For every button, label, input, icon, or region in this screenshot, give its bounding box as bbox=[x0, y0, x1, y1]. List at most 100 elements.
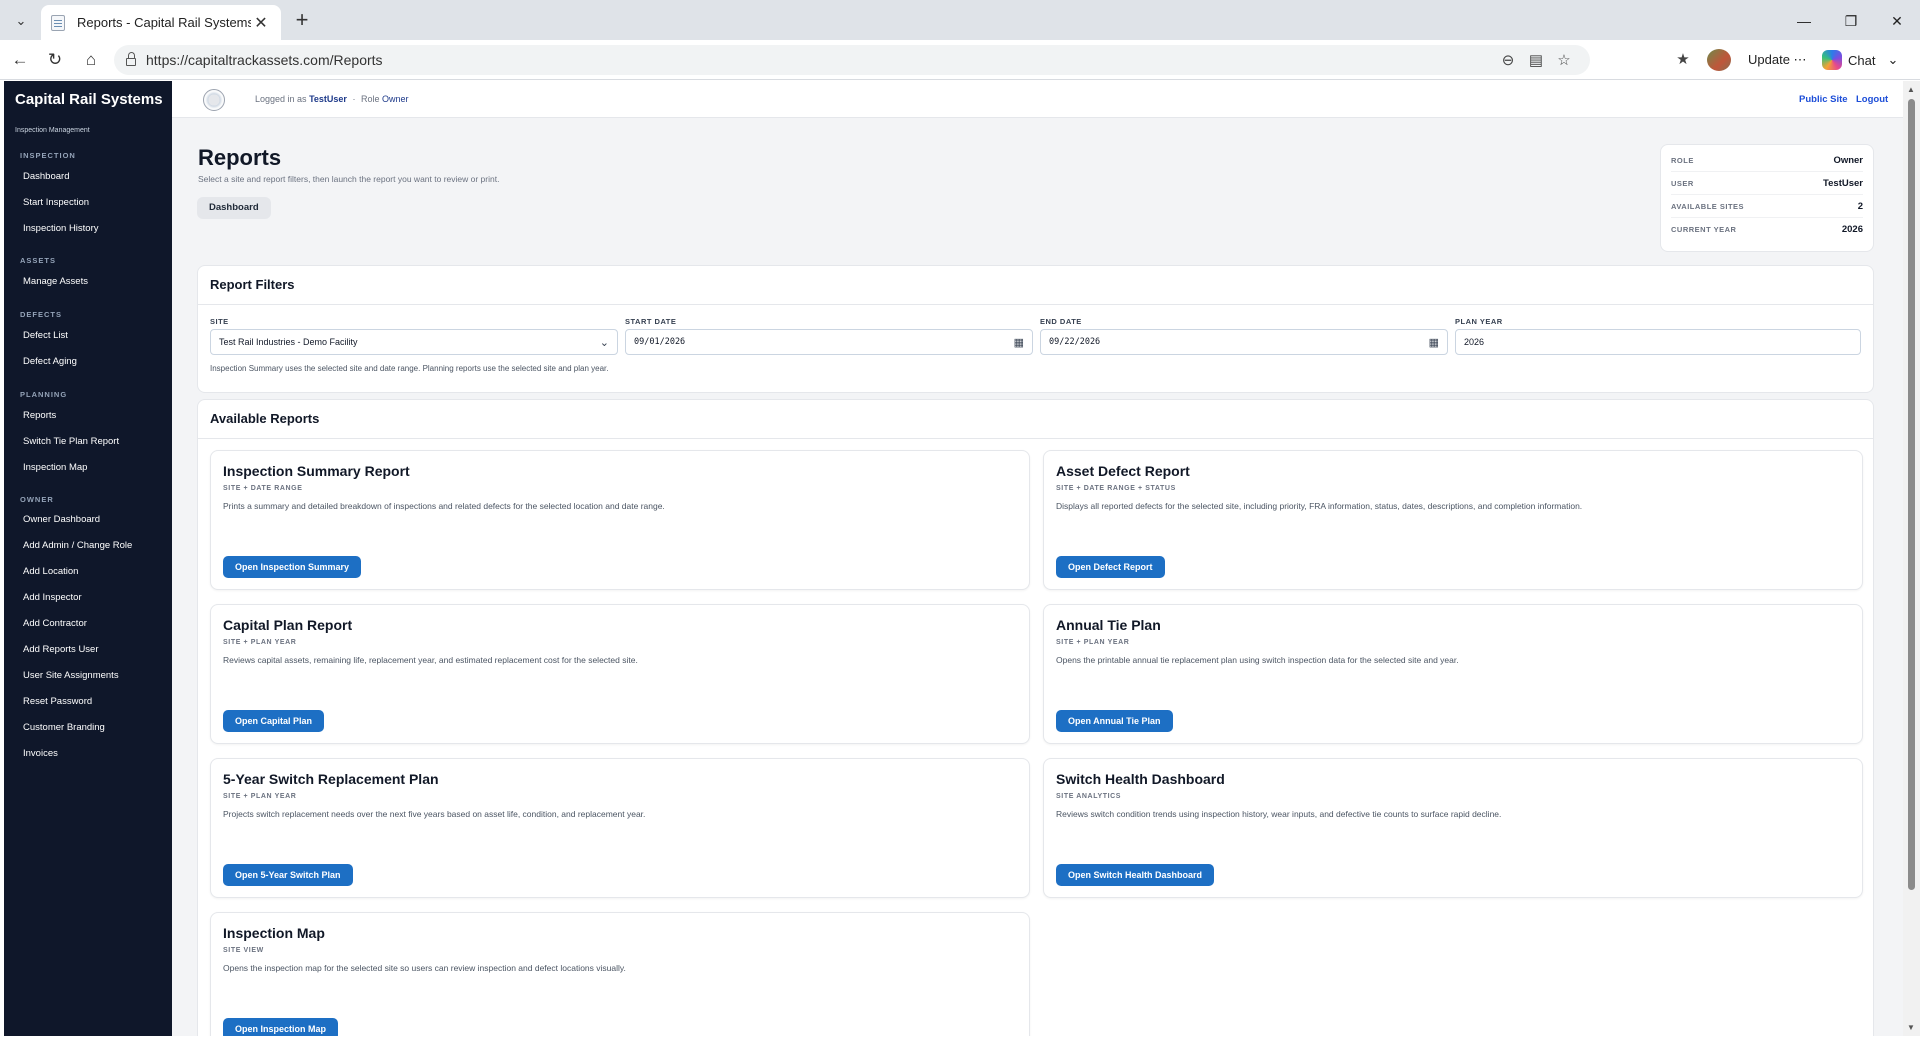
address-bar[interactable]: https://capitaltrackassets.com/Reports ⊖… bbox=[114, 45, 1590, 75]
home-icon[interactable]: ⌂ bbox=[78, 47, 104, 73]
plan-year-label: PLAN YEAR bbox=[1455, 317, 1503, 326]
tab-list-chevron-icon[interactable]: ⌄ bbox=[8, 8, 34, 34]
start-date-input[interactable]: 09/01/2026 ▦ bbox=[625, 329, 1033, 355]
sidebar-item-invoices[interactable]: Invoices bbox=[23, 748, 58, 759]
role-value: Owner bbox=[381, 94, 409, 104]
report-title: Switch Health Dashboard bbox=[1056, 771, 1225, 787]
report-card-capital-plan: Capital Plan Report SITE + PLAN YEAR Rev… bbox=[210, 604, 1030, 744]
update-button[interactable]: Update ⋯ bbox=[1740, 48, 1815, 72]
reader-view-icon[interactable]: ▤ bbox=[1522, 51, 1550, 69]
url-text[interactable]: https://capitaltrackassets.com/Reports bbox=[146, 52, 1494, 68]
report-description: Displays all reported defects for the se… bbox=[1056, 501, 1583, 511]
sidebar-item-reports[interactable]: Reports bbox=[23, 410, 56, 421]
calendar-icon[interactable]: ▦ bbox=[1014, 336, 1024, 349]
logout-link[interactable]: Logout bbox=[1856, 94, 1888, 105]
update-label: Update bbox=[1748, 52, 1790, 67]
sidebar-item-add-admin[interactable]: Add Admin / Change Role bbox=[23, 540, 132, 551]
report-description: Reviews switch condition trends using in… bbox=[1056, 809, 1502, 819]
scroll-up-arrow-icon[interactable]: ▲ bbox=[1907, 85, 1915, 94]
report-title: Asset Defect Report bbox=[1056, 463, 1190, 479]
public-site-link[interactable]: Public Site bbox=[1799, 94, 1848, 105]
info-row-user: USER TestUser bbox=[1671, 172, 1863, 195]
site-label: SITE bbox=[210, 317, 229, 326]
chevron-down-icon[interactable]: ⌄ bbox=[1887, 52, 1898, 68]
report-tag: SITE VIEW bbox=[223, 947, 264, 954]
report-filters-panel: Report Filters SITE Test Rail Industries… bbox=[197, 265, 1874, 393]
more-dots-icon[interactable]: ⋯ bbox=[1794, 52, 1807, 67]
window-close-icon[interactable]: ✕ bbox=[1877, 8, 1917, 34]
open-defect-report-button[interactable]: Open Defect Report bbox=[1056, 556, 1165, 578]
report-tag: SITE + PLAN YEAR bbox=[223, 639, 297, 646]
info-value: TestUser bbox=[1823, 177, 1863, 189]
sidebar: Capital Rail Systems Inspection Manageme… bbox=[4, 81, 172, 1036]
report-filters-title: Report Filters bbox=[198, 266, 1873, 305]
tab-close-icon[interactable]: ✕ bbox=[251, 13, 271, 33]
site-info-lock-icon[interactable] bbox=[126, 52, 136, 66]
sidebar-item-dashboard[interactable]: Dashboard bbox=[23, 171, 69, 182]
sidebar-item-defect-list[interactable]: Defect List bbox=[23, 330, 68, 341]
copilot-chat-button[interactable]: Chat ⌄ bbox=[1822, 47, 1898, 73]
sidebar-item-defect-aging[interactable]: Defect Aging bbox=[23, 356, 77, 367]
filter-note: Inspection Summary uses the selected sit… bbox=[210, 364, 609, 373]
report-card-5-year-switch-plan: 5-Year Switch Replacement Plan SITE + PL… bbox=[210, 758, 1030, 898]
report-title: Inspection Map bbox=[223, 925, 325, 941]
report-card-switch-health-dashboard: Switch Health Dashboard SITE ANALYTICS R… bbox=[1043, 758, 1863, 898]
favorite-star-icon[interactable]: ☆ bbox=[1550, 51, 1578, 69]
end-date-input[interactable]: 09/22/2026 ▦ bbox=[1040, 329, 1448, 355]
sidebar-item-manage-assets[interactable]: Manage Assets bbox=[23, 276, 88, 287]
report-tag: SITE + PLAN YEAR bbox=[223, 793, 297, 800]
open-capital-plan-button[interactable]: Open Capital Plan bbox=[223, 710, 325, 732]
main-content: Logged in as TestUser · Role Owner Publi… bbox=[172, 81, 1903, 1036]
minimize-icon[interactable]: — bbox=[1784, 8, 1824, 34]
sidebar-item-switch-tie-plan-report[interactable]: Switch Tie Plan Report bbox=[23, 436, 119, 447]
company-logo-icon bbox=[203, 89, 225, 111]
nav-section-inspection: INSPECTION bbox=[20, 151, 76, 160]
sidebar-item-add-contractor[interactable]: Add Contractor bbox=[23, 618, 87, 629]
plan-year-input[interactable]: 2026 bbox=[1455, 329, 1861, 355]
new-tab-plus-icon[interactable]: + bbox=[289, 8, 315, 34]
page-title: Reports bbox=[198, 145, 282, 170]
calendar-icon[interactable]: ▦ bbox=[1429, 336, 1439, 349]
report-title: 5-Year Switch Replacement Plan bbox=[223, 771, 439, 787]
site-select[interactable]: Test Rail Industries - Demo Facility ⌄ bbox=[210, 329, 618, 355]
nav-section-planning: PLANNING bbox=[20, 390, 68, 399]
scrollbar-thumb[interactable] bbox=[1908, 99, 1915, 890]
sidebar-item-add-reports-user[interactable]: Add Reports User bbox=[23, 644, 99, 655]
nav-section-owner: OWNER bbox=[20, 495, 54, 504]
sidebar-item-customer-branding[interactable]: Customer Branding bbox=[23, 722, 105, 733]
open-inspection-map-button[interactable]: Open Inspection Map bbox=[223, 1018, 339, 1036]
sidebar-item-add-location[interactable]: Add Location bbox=[23, 566, 78, 577]
profile-avatar[interactable] bbox=[1707, 49, 1731, 71]
open-annual-tie-plan-button[interactable]: Open Annual Tie Plan bbox=[1056, 710, 1173, 732]
sidebar-item-inspection-history[interactable]: Inspection History bbox=[23, 223, 99, 234]
info-label: CURRENT YEAR bbox=[1671, 225, 1737, 234]
info-row-current-year: CURRENT YEAR 2026 bbox=[1671, 218, 1863, 241]
sidebar-item-start-inspection[interactable]: Start Inspection bbox=[23, 197, 89, 208]
favorites-icon[interactable]: ★ bbox=[1670, 47, 1696, 73]
sidebar-item-add-inspector[interactable]: Add Inspector bbox=[23, 592, 82, 603]
browser-tab-active[interactable]: Reports - Capital Rail Systems ✕ bbox=[41, 5, 281, 40]
sidebar-item-owner-dashboard[interactable]: Owner Dashboard bbox=[23, 514, 100, 525]
info-value: 2026 bbox=[1841, 224, 1863, 235]
report-card-inspection-map: Inspection Map SITE VIEW Opens the inspe… bbox=[210, 912, 1030, 1036]
scroll-down-arrow-icon[interactable]: ▼ bbox=[1907, 1023, 1915, 1032]
available-reports-panel: Available Reports Inspection Summary Rep… bbox=[197, 399, 1874, 1036]
sidebar-item-reset-password[interactable]: Reset Password bbox=[23, 696, 92, 707]
available-reports-title: Available Reports bbox=[198, 400, 1873, 439]
restore-icon[interactable]: ❐ bbox=[1831, 8, 1871, 34]
breadcrumb-dashboard[interactable]: Dashboard bbox=[197, 197, 271, 219]
report-tag: SITE + DATE RANGE + STATUS bbox=[1056, 485, 1176, 492]
app-topbar: Logged in as TestUser · Role Owner Publi… bbox=[172, 81, 1903, 118]
chat-label: Chat bbox=[1848, 52, 1876, 68]
report-description: Projects switch replacement needs over t… bbox=[223, 809, 646, 819]
open-5-year-switch-plan-button[interactable]: Open 5-Year Switch Plan bbox=[223, 864, 353, 886]
browser-tab-bar: ⌄ Reports - Capital Rail Systems ✕ + — ❐… bbox=[0, 0, 1920, 40]
open-switch-health-dashboard-button[interactable]: Open Switch Health Dashboard bbox=[1056, 864, 1215, 886]
zoom-icon[interactable]: ⊖ bbox=[1494, 51, 1522, 69]
page-scrollbar[interactable]: ▲ ▼ bbox=[1903, 81, 1920, 1036]
sidebar-item-user-site-assignments[interactable]: User Site Assignments bbox=[23, 670, 119, 681]
open-inspection-summary-button[interactable]: Open Inspection Summary bbox=[223, 556, 362, 578]
back-arrow-icon[interactable]: ← bbox=[7, 47, 33, 73]
sidebar-item-inspection-map[interactable]: Inspection Map bbox=[23, 462, 87, 473]
reload-icon[interactable]: ↻ bbox=[42, 47, 68, 73]
